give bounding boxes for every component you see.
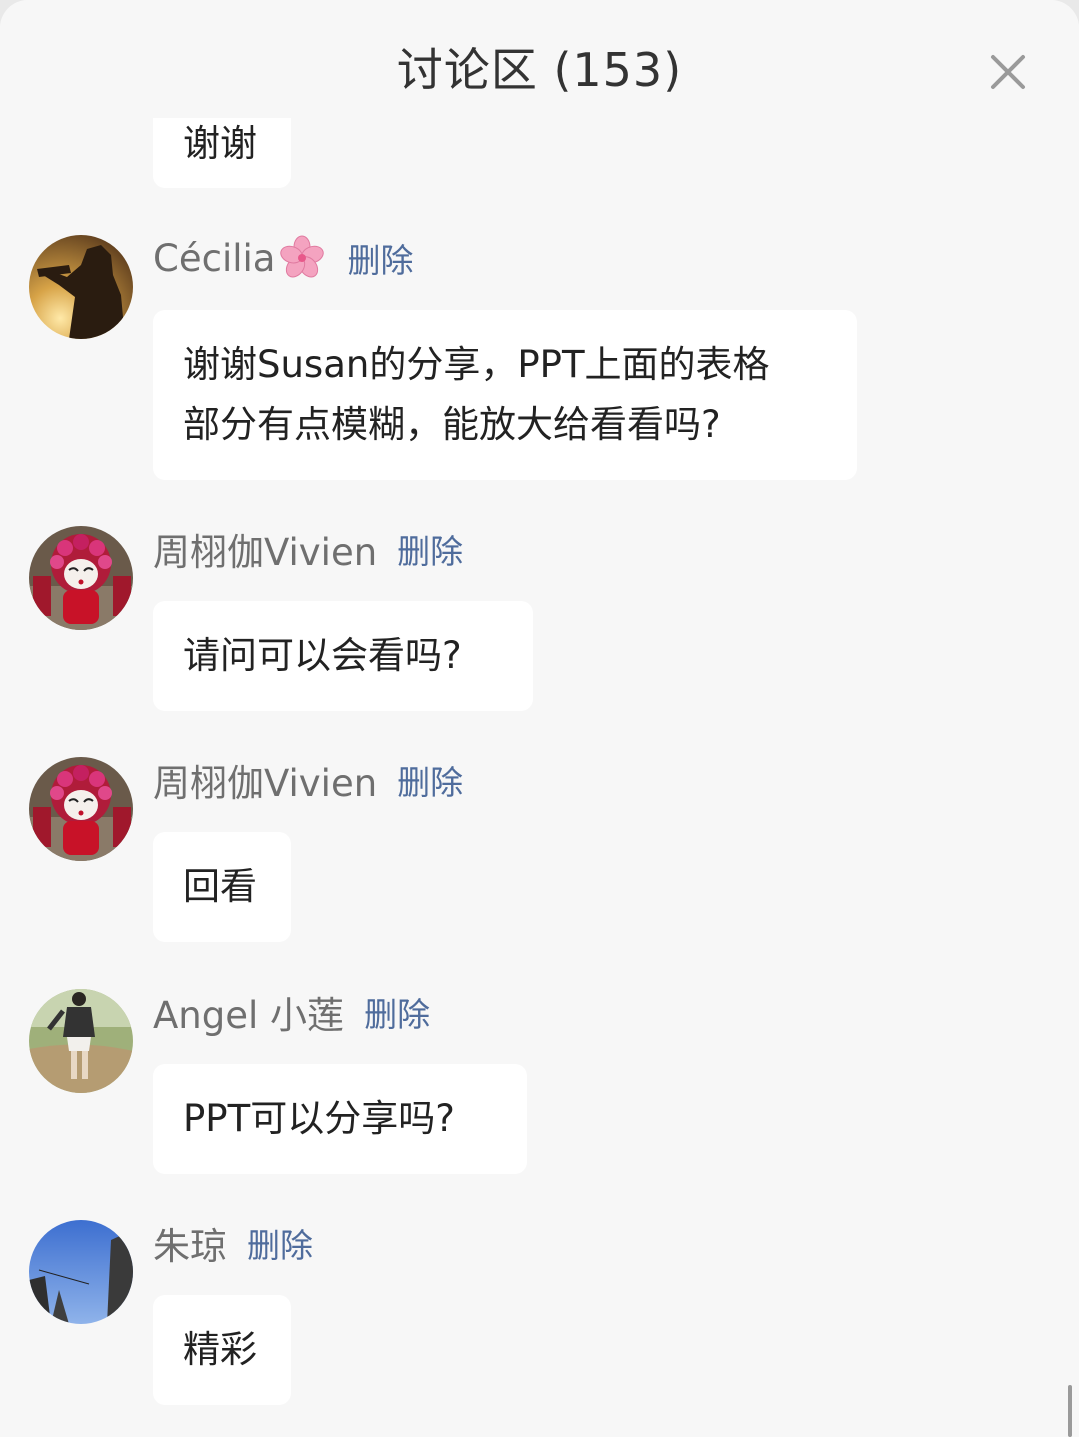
page-title: 讨论区 (153) (396, 43, 683, 97)
panel-header: 讨论区 (153) (0, 0, 1079, 118)
delete-button[interactable]: 删除 (397, 525, 463, 573)
avatar[interactable] (29, 235, 133, 339)
comment-bubble: 回看 (153, 832, 291, 942)
delete-button[interactable]: 删除 (347, 234, 413, 282)
discussion-panel: 谢谢 Cécilia 删除 谢谢Susan的分享，PPT上面的表格 部分有点模糊… (0, 0, 1079, 1437)
comment-bubble: 请问可以会看吗? (153, 601, 533, 711)
delete-button[interactable]: 删除 (247, 1219, 313, 1267)
username[interactable]: 周栩伽Vivien (153, 753, 377, 807)
close-icon (991, 55, 1025, 89)
comment-meta: 朱琼 删除 (153, 1218, 313, 1268)
comment-meta: Cécilia 删除 (153, 233, 413, 283)
username[interactable]: Cécilia (153, 237, 275, 280)
scrollbar[interactable] (1068, 1385, 1072, 1437)
delete-button[interactable]: 删除 (364, 988, 430, 1036)
comment-meta: Angel 小莲 删除 (153, 987, 430, 1037)
delete-button[interactable]: 删除 (397, 756, 463, 804)
close-button[interactable] (984, 48, 1032, 96)
avatar[interactable] (29, 1220, 133, 1324)
avatar[interactable] (29, 526, 133, 630)
username[interactable]: 朱琼 (153, 1216, 227, 1270)
comment-meta: 周栩伽Vivien 删除 (153, 524, 463, 574)
comment-meta: 周栩伽Vivien 删除 (153, 755, 463, 805)
avatar[interactable] (29, 757, 133, 861)
comment-bubble: 谢谢Susan的分享，PPT上面的表格 部分有点模糊，能放大给看看吗? (153, 310, 857, 480)
flower-icon (277, 233, 327, 283)
comment-bubble: 精彩 (153, 1295, 291, 1405)
comment-bubble: PPT可以分享吗? (153, 1064, 527, 1174)
username[interactable]: Angel 小莲 (153, 985, 344, 1039)
comment-list[interactable]: 谢谢 Cécilia 删除 谢谢Susan的分享，PPT上面的表格 部分有点模糊… (0, 0, 1079, 1437)
avatar[interactable] (29, 989, 133, 1093)
username[interactable]: 周栩伽Vivien (153, 522, 377, 576)
